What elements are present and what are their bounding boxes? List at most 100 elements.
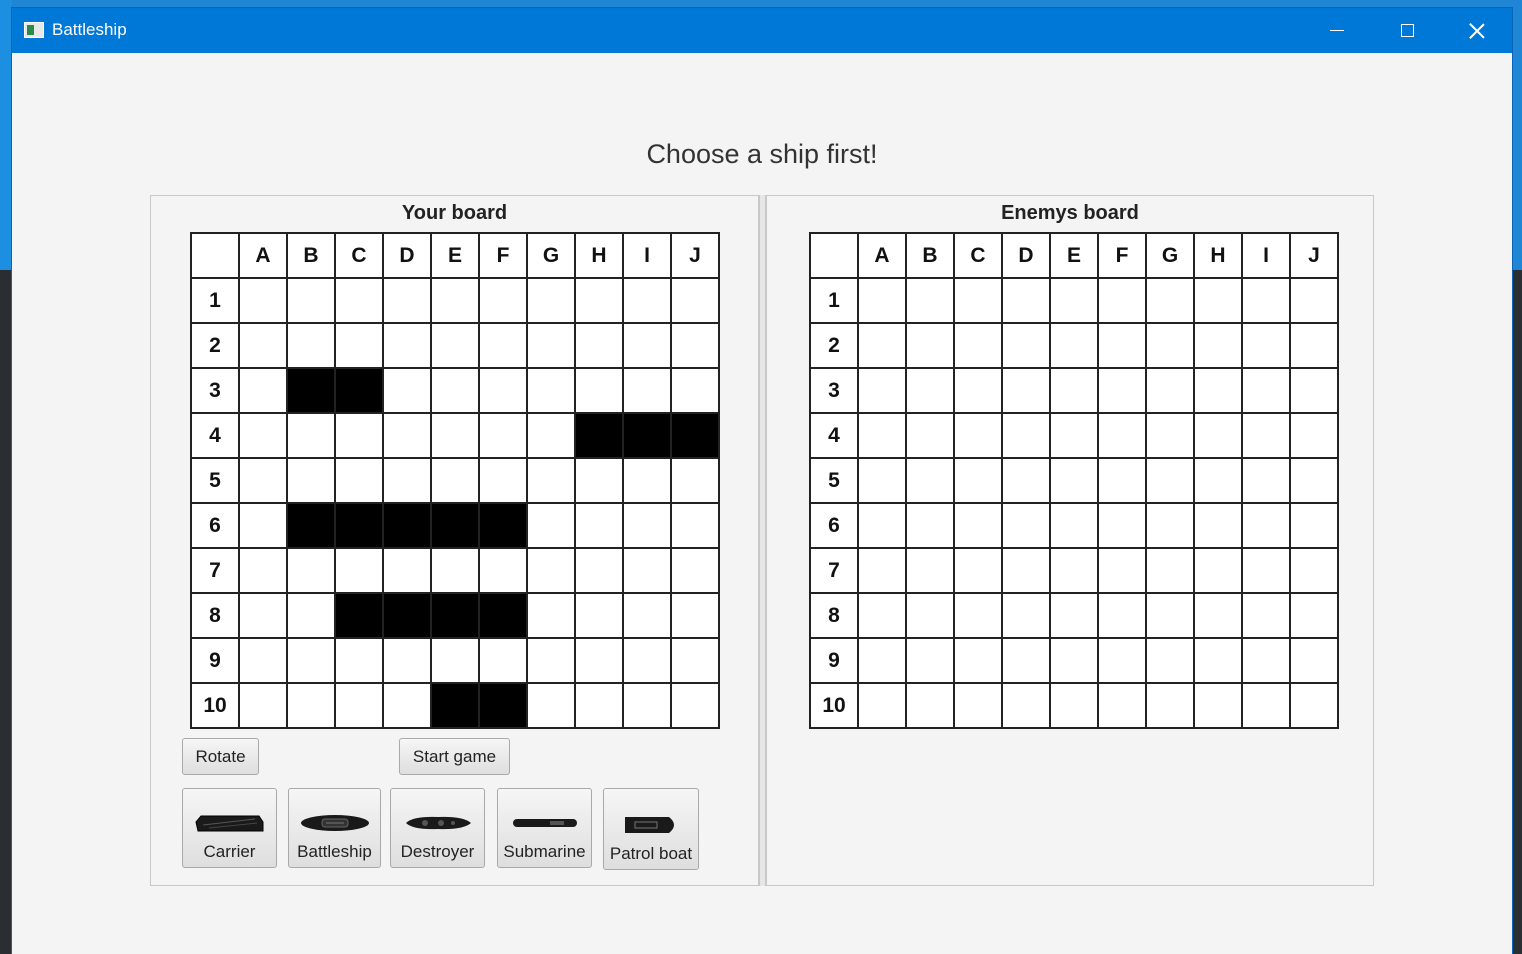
your-board-cell-d6[interactable] bbox=[382, 502, 432, 549]
enemy-board-cell-e2[interactable] bbox=[1049, 322, 1099, 369]
your-board-cell-c8[interactable] bbox=[334, 592, 384, 639]
your-board-cell-e8[interactable] bbox=[430, 592, 480, 639]
your-board-cell-a10[interactable] bbox=[238, 682, 288, 729]
your-board-cell-j10[interactable] bbox=[670, 682, 720, 729]
your-board-cell-i8[interactable] bbox=[622, 592, 672, 639]
your-board-cell-c5[interactable] bbox=[334, 457, 384, 504]
enemy-board-cell-g6[interactable] bbox=[1145, 502, 1195, 549]
your-board-cell-j4[interactable] bbox=[670, 412, 720, 459]
enemy-board-cell-d9[interactable] bbox=[1001, 637, 1051, 684]
your-board-cell-i5[interactable] bbox=[622, 457, 672, 504]
your-board-cell-j3[interactable] bbox=[670, 367, 720, 414]
enemy-board-cell-i2[interactable] bbox=[1241, 322, 1291, 369]
enemy-board-cell-a5[interactable] bbox=[857, 457, 907, 504]
your-board-cell-c4[interactable] bbox=[334, 412, 384, 459]
enemy-board-cell-i6[interactable] bbox=[1241, 502, 1291, 549]
enemy-board-cell-d1[interactable] bbox=[1001, 277, 1051, 324]
enemy-board-cell-a3[interactable] bbox=[857, 367, 907, 414]
enemy-board-cell-i1[interactable] bbox=[1241, 277, 1291, 324]
your-board-cell-i9[interactable] bbox=[622, 637, 672, 684]
enemy-board-cell-a8[interactable] bbox=[857, 592, 907, 639]
enemy-board-cell-f1[interactable] bbox=[1097, 277, 1147, 324]
your-board-cell-c3[interactable] bbox=[334, 367, 384, 414]
your-board-cell-f1[interactable] bbox=[478, 277, 528, 324]
your-board-cell-d1[interactable] bbox=[382, 277, 432, 324]
your-board-cell-e4[interactable] bbox=[430, 412, 480, 459]
title-bar[interactable]: Battleship bbox=[12, 8, 1512, 53]
enemy-board-cell-e10[interactable] bbox=[1049, 682, 1099, 729]
enemy-board-cell-e3[interactable] bbox=[1049, 367, 1099, 414]
your-board-cell-j7[interactable] bbox=[670, 547, 720, 594]
enemy-board-cell-c1[interactable] bbox=[953, 277, 1003, 324]
your-board-cell-b6[interactable] bbox=[286, 502, 336, 549]
enemy-board-cell-c5[interactable] bbox=[953, 457, 1003, 504]
enemy-board-cell-f9[interactable] bbox=[1097, 637, 1147, 684]
your-board-cell-a7[interactable] bbox=[238, 547, 288, 594]
your-board-cell-b7[interactable] bbox=[286, 547, 336, 594]
your-board-cell-a1[interactable] bbox=[238, 277, 288, 324]
your-board-cell-a4[interactable] bbox=[238, 412, 288, 459]
your-board-cell-g1[interactable] bbox=[526, 277, 576, 324]
submarine-button[interactable]: Submarine bbox=[497, 788, 592, 868]
close-button[interactable] bbox=[1442, 8, 1512, 53]
your-board-cell-g9[interactable] bbox=[526, 637, 576, 684]
enemy-board-cell-d4[interactable] bbox=[1001, 412, 1051, 459]
enemy-board-cell-i8[interactable] bbox=[1241, 592, 1291, 639]
your-board-cell-h3[interactable] bbox=[574, 367, 624, 414]
your-board-cell-f6[interactable] bbox=[478, 502, 528, 549]
your-board-cell-j6[interactable] bbox=[670, 502, 720, 549]
your-board-cell-i10[interactable] bbox=[622, 682, 672, 729]
split-divider[interactable] bbox=[759, 195, 766, 886]
enemy-board-cell-a9[interactable] bbox=[857, 637, 907, 684]
enemy-board-cell-a2[interactable] bbox=[857, 322, 907, 369]
your-board-cell-f9[interactable] bbox=[478, 637, 528, 684]
your-board-cell-i2[interactable] bbox=[622, 322, 672, 369]
enemy-board-cell-c6[interactable] bbox=[953, 502, 1003, 549]
enemy-board-cell-e9[interactable] bbox=[1049, 637, 1099, 684]
your-board-cell-c9[interactable] bbox=[334, 637, 384, 684]
enemy-board-cell-g5[interactable] bbox=[1145, 457, 1195, 504]
enemy-board-cell-b4[interactable] bbox=[905, 412, 955, 459]
enemy-board-cell-d10[interactable] bbox=[1001, 682, 1051, 729]
your-board-cell-j9[interactable] bbox=[670, 637, 720, 684]
enemy-board-cell-b10[interactable] bbox=[905, 682, 955, 729]
enemy-board-cell-a10[interactable] bbox=[857, 682, 907, 729]
enemy-board-cell-c10[interactable] bbox=[953, 682, 1003, 729]
enemy-board-cell-h3[interactable] bbox=[1193, 367, 1243, 414]
enemy-board-cell-b2[interactable] bbox=[905, 322, 955, 369]
enemy-board-cell-j5[interactable] bbox=[1289, 457, 1339, 504]
enemy-board-cell-i9[interactable] bbox=[1241, 637, 1291, 684]
your-board-cell-c6[interactable] bbox=[334, 502, 384, 549]
enemy-board-cell-f8[interactable] bbox=[1097, 592, 1147, 639]
your-board-cell-h5[interactable] bbox=[574, 457, 624, 504]
your-board-cell-b2[interactable] bbox=[286, 322, 336, 369]
enemy-board-cell-d5[interactable] bbox=[1001, 457, 1051, 504]
your-board-cell-c2[interactable] bbox=[334, 322, 384, 369]
enemy-board-cell-j2[interactable] bbox=[1289, 322, 1339, 369]
your-board-cell-e2[interactable] bbox=[430, 322, 480, 369]
enemy-board-cell-g8[interactable] bbox=[1145, 592, 1195, 639]
your-board-cell-b4[interactable] bbox=[286, 412, 336, 459]
your-board-cell-j5[interactable] bbox=[670, 457, 720, 504]
enemy-board-cell-d3[interactable] bbox=[1001, 367, 1051, 414]
your-board-cell-h9[interactable] bbox=[574, 637, 624, 684]
enemy-board-cell-f7[interactable] bbox=[1097, 547, 1147, 594]
enemy-board-cell-g4[interactable] bbox=[1145, 412, 1195, 459]
enemy-board-cell-g3[interactable] bbox=[1145, 367, 1195, 414]
enemy-board-cell-h1[interactable] bbox=[1193, 277, 1243, 324]
your-board-cell-d7[interactable] bbox=[382, 547, 432, 594]
your-board-cell-c1[interactable] bbox=[334, 277, 384, 324]
enemy-board-cell-a4[interactable] bbox=[857, 412, 907, 459]
enemy-board-cell-e7[interactable] bbox=[1049, 547, 1099, 594]
your-board-cell-a5[interactable] bbox=[238, 457, 288, 504]
enemy-board-cell-b6[interactable] bbox=[905, 502, 955, 549]
enemy-board-cell-g1[interactable] bbox=[1145, 277, 1195, 324]
your-board-cell-b9[interactable] bbox=[286, 637, 336, 684]
enemy-board-cell-g7[interactable] bbox=[1145, 547, 1195, 594]
enemy-board-cell-e1[interactable] bbox=[1049, 277, 1099, 324]
your-board-cell-i1[interactable] bbox=[622, 277, 672, 324]
enemy-board-cell-h10[interactable] bbox=[1193, 682, 1243, 729]
your-board-cell-h7[interactable] bbox=[574, 547, 624, 594]
start-game-button[interactable]: Start game bbox=[399, 738, 510, 775]
your-board-cell-f8[interactable] bbox=[478, 592, 528, 639]
